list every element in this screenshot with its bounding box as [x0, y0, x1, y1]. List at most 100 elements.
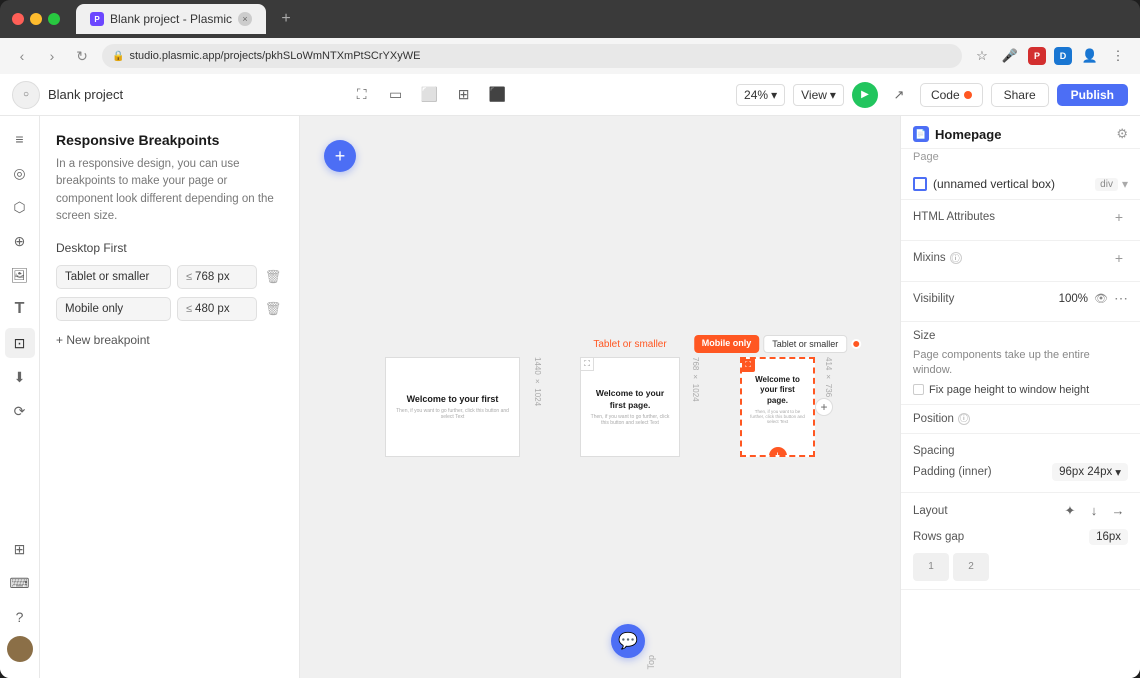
maximize-traffic-light[interactable]: [48, 13, 60, 25]
position-label: Position: [913, 413, 954, 425]
app-content: ○ Blank project ⛶ ▭ ⬜ ⊞ ⬛ 24% ▾ View ▾ ▶: [0, 74, 1140, 678]
desktop-frame-text: Welcome to your first: [394, 394, 511, 406]
rp-page-icon-char: 📄: [915, 129, 926, 140]
address-text: studio.plasmic.app/projects/pkhSLoWmNTXm…: [129, 50, 420, 62]
view-btn[interactable]: View ▾: [793, 84, 844, 106]
ext-icon-2[interactable]: D: [1054, 47, 1072, 65]
new-tab-btn[interactable]: +: [274, 7, 298, 31]
layout-star-icon[interactable]: ✦: [1060, 501, 1080, 521]
bookmark-icon[interactable]: ☆: [972, 46, 992, 66]
bp-value-tablet: ≤ 768 px: [177, 265, 257, 289]
gear-icon[interactable]: ⚙: [1116, 126, 1128, 142]
frame-tablet-inner[interactable]: ⛶ Welcome to your first page. Then, if y…: [580, 357, 680, 457]
publish-btn[interactable]: Publish: [1057, 84, 1128, 106]
frames-container: 1440 × 1024 Welcome to your first Then, …: [385, 357, 815, 457]
share-label: Share: [1004, 88, 1036, 102]
rows-gap-value[interactable]: 16px: [1089, 529, 1128, 545]
frame-desktop-inner[interactable]: Welcome to your first Then, if you want …: [385, 357, 520, 457]
spacing-label: Spacing: [913, 445, 955, 457]
visibility-eye-icon[interactable]: 👁: [1094, 292, 1108, 305]
code-label: Code: [931, 88, 960, 102]
size-label: Size: [913, 330, 935, 342]
rp-page-icon: 📄: [913, 126, 929, 142]
mic-icon[interactable]: 🎤: [1000, 46, 1020, 66]
mobile-size-label: 414 × 736: [824, 357, 833, 397]
bp-lte-tablet: ≤: [186, 271, 192, 283]
minimize-traffic-light[interactable]: [30, 13, 42, 25]
profile-icon[interactable]: 👤: [1080, 46, 1100, 66]
layout-icons: ✦ ↓ →: [1060, 501, 1128, 521]
project-logo: ○: [12, 81, 40, 109]
forward-btn[interactable]: ›: [42, 46, 62, 66]
bp-name-mobile[interactable]: Mobile only: [56, 297, 171, 321]
export-btn[interactable]: ↗: [886, 82, 912, 108]
sidebar-icon-grid[interactable]: ⊞: [5, 534, 35, 564]
viewport-fullscreen-btn[interactable]: ⛶: [349, 82, 375, 108]
viewport-single-btn[interactable]: ▭: [383, 82, 409, 108]
share-btn[interactable]: Share: [991, 83, 1049, 107]
viewport-grid-btn[interactable]: ⊞: [451, 82, 477, 108]
close-traffic-light[interactable]: [12, 13, 24, 25]
sidebar-icon-keyboard[interactable]: ⌨: [5, 568, 35, 598]
view-chevron: ▾: [830, 88, 836, 102]
reload-btn[interactable]: ↻: [72, 46, 92, 66]
box-icon: [913, 177, 927, 191]
desktop-frame-subtext: Then, if you want to go further, click t…: [394, 408, 511, 420]
fix-page-checkbox[interactable]: [913, 384, 924, 395]
html-attributes-add-btn[interactable]: +: [1110, 208, 1128, 226]
sidebar-icon-components[interactable]: ⬡: [5, 192, 35, 222]
canvas-content: 1440 × 1024 Welcome to your first Then, …: [300, 116, 900, 678]
expand-icon[interactable]: ▾: [1122, 177, 1128, 191]
breakpoint-row-mobile: Mobile only ≤ 480 px 🗑: [56, 297, 283, 321]
mobile-corner-icon: ⛶: [741, 358, 755, 372]
viewport-split-btn[interactable]: ⬜: [417, 82, 443, 108]
mobile-frame-add-btn[interactable]: +: [769, 447, 787, 457]
menu-icon[interactable]: ⋮: [1108, 46, 1128, 66]
sidebar-icon-image[interactable]: 🖼: [5, 260, 35, 290]
ext-icon-1[interactable]: P: [1028, 47, 1046, 65]
address-bar[interactable]: 🔒 studio.plasmic.app/projects/pkhSLoWmNT…: [102, 44, 962, 68]
sidebar-icon-text-large[interactable]: T: [5, 294, 35, 324]
mobile-frame-text: Welcome to your first page.: [750, 375, 805, 406]
visibility-more-btn[interactable]: ⋯: [1114, 290, 1128, 307]
html-attributes-label: HTML Attributes: [913, 211, 995, 223]
frame-plus-right[interactable]: +: [815, 398, 833, 416]
publish-label: Publish: [1071, 88, 1114, 102]
sidebar-icon-history[interactable]: ⟳: [5, 396, 35, 426]
view-label: View: [801, 88, 827, 102]
bp-name-tablet[interactable]: Tablet or smaller: [56, 265, 171, 289]
play-btn[interactable]: ▶: [852, 82, 878, 108]
mixins-add-btn[interactable]: +: [1110, 249, 1128, 267]
user-avatar[interactable]: [7, 636, 33, 662]
right-panel: 📄 Homepage ⚙ Page (unnamed vertical box)…: [900, 116, 1140, 678]
size-info-text: Page components take up the entire windo…: [913, 348, 1128, 379]
sidebar-icon-download[interactable]: ⬇: [5, 362, 35, 392]
sidebar-icon-breakpoints[interactable]: ⊡: [5, 328, 35, 358]
zoom-chevron: ▾: [771, 88, 777, 102]
zoom-control[interactable]: 24% ▾: [736, 84, 785, 106]
chat-bubble[interactable]: 💬: [611, 624, 645, 658]
back-btn[interactable]: ‹: [12, 46, 32, 66]
sidebar-icon-layers[interactable]: ◎: [5, 158, 35, 188]
code-btn[interactable]: Code: [920, 83, 983, 107]
canvas-add-btn[interactable]: +: [324, 140, 356, 172]
browser-tab[interactable]: P Blank project - Plasmic ×: [76, 4, 266, 34]
rp-subtitle: Page: [901, 149, 1140, 169]
layout-down-icon[interactable]: ↓: [1084, 501, 1104, 521]
mobile-only-badge[interactable]: Mobile only: [694, 335, 760, 353]
bp-delete-tablet[interactable]: 🗑: [263, 267, 283, 287]
mobile-frame-subtext: Then, if you want to be further, click t…: [750, 409, 805, 424]
layout-header: Layout ✦ ↓ →: [913, 501, 1128, 521]
canvas-area[interactable]: + 1440 × 1024 Welcome to your first Then…: [300, 116, 900, 678]
padding-value[interactable]: 96px 24px ▾: [1052, 463, 1128, 481]
frame-mobile-inner[interactable]: ⛶ Welcome to your first page. Then, if y…: [740, 357, 815, 457]
layout-right-icon[interactable]: →: [1108, 501, 1128, 521]
tab-close-btn[interactable]: ×: [238, 12, 252, 26]
sidebar-icon-hamburger[interactable]: ≡: [5, 124, 35, 154]
new-breakpoint-btn[interactable]: + New breakpoint: [56, 329, 283, 351]
sidebar-icon-help[interactable]: ?: [5, 602, 35, 632]
sidebar-icon-cross[interactable]: ⊕: [5, 226, 35, 256]
bp-value-mobile: ≤ 480 px: [177, 297, 257, 321]
viewport-custom-btn[interactable]: ⬛: [485, 82, 511, 108]
bp-delete-mobile[interactable]: 🗑: [263, 299, 283, 319]
